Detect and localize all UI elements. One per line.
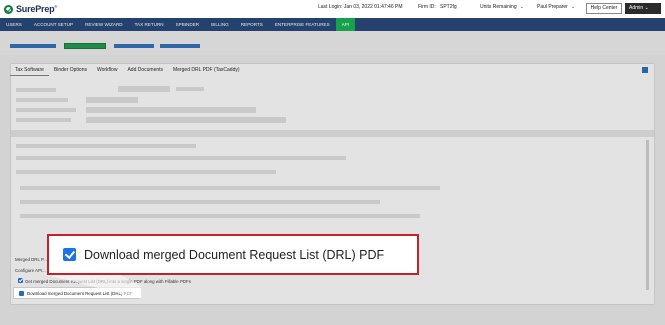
- sub-nav-bar: [0, 31, 665, 55]
- top-header: SurePrep ® Last Login: Jan 03, 2022 01:47…: [0, 0, 665, 18]
- blurred-text: [20, 214, 420, 218]
- blurred-field: [86, 97, 138, 103]
- blurred-field: [118, 86, 170, 92]
- chevron-down-icon: ⌄: [519, 4, 524, 10]
- blurred-field: [86, 117, 286, 123]
- scrollbar[interactable]: [646, 140, 649, 290]
- configure-text: Configure API...: [15, 268, 46, 273]
- units-remaining-label: Units Remaining: [480, 4, 517, 10]
- blurred-text: [176, 87, 204, 91]
- last-login-text: Last Login: Jan 03, 2022 01:47:46 PM: [318, 4, 403, 10]
- blurred-text: [16, 88, 56, 92]
- chevron-down-icon: ⌄: [644, 5, 649, 11]
- panel-action-icon[interactable]: [642, 67, 648, 73]
- units-remaining-dropdown[interactable]: Units Remaining ⌄: [480, 4, 524, 10]
- admin-label: Admin: [629, 5, 644, 11]
- brand-logo[interactable]: SurePrep ®: [4, 4, 57, 14]
- option1-label: Get merged Document Request List (DRL) i…: [25, 279, 191, 284]
- nav-tax-return[interactable]: TAX RETURN: [129, 18, 170, 31]
- user-dropdown[interactable]: Paul Preparer ⌄: [537, 4, 575, 10]
- callout-label: Download merged Document Request List (D…: [84, 247, 385, 262]
- tab-add-documents[interactable]: Add Documents: [122, 66, 168, 76]
- nav-enterprise-features[interactable]: ENTERPRISE FEATURES: [269, 18, 336, 31]
- nav-api[interactable]: API: [335, 18, 356, 31]
- option1-checkbox[interactable]: [18, 278, 23, 283]
- tab-binder-options[interactable]: Binder Options: [49, 66, 92, 76]
- admin-dropdown[interactable]: Admin ⌄: [625, 3, 661, 14]
- nav-account-setup[interactable]: ACCOUNT SETUP: [28, 18, 79, 31]
- firm-id-value: SPT2fg: [440, 4, 457, 10]
- firm-id-label: Firm ID:: [418, 4, 436, 10]
- download-drl-label: Download merged Document Request List (D…: [27, 290, 133, 296]
- blurred-text: [20, 200, 380, 204]
- settings-tabs: Tax Software Binder Options Workflow Add…: [10, 66, 245, 76]
- main-nav: USERS ACCOUNT SETUP REVIEW WIZARD TAX RE…: [0, 18, 665, 31]
- sub-nav-item-active[interactable]: [64, 43, 106, 49]
- download-drl-checkbox[interactable]: [19, 290, 24, 296]
- chevron-down-icon: ⌄: [570, 4, 576, 10]
- nav-review-wizard[interactable]: REVIEW WIZARD: [79, 18, 129, 31]
- blurred-section-header: [11, 130, 654, 137]
- tab-workflow[interactable]: Workflow: [92, 66, 122, 76]
- blurred-text: [16, 98, 68, 102]
- tab-merged-drl-pdf[interactable]: Merged DRL PDF (TaxCaddy): [168, 66, 245, 76]
- blurred-text: [16, 118, 71, 122]
- nav-spbinder[interactable]: SPBINDER: [170, 18, 206, 31]
- download-drl-option-row[interactable]: Download merged Document Request List (D…: [13, 287, 142, 299]
- section-title: Merged DRL P...: [15, 257, 47, 262]
- brand-name: SurePrep: [16, 4, 55, 14]
- blurred-text: [16, 144, 196, 148]
- sub-nav-item[interactable]: [160, 44, 200, 48]
- zoom-callout: Download merged Document Request List (D…: [47, 234, 419, 275]
- blurred-text: [20, 186, 440, 190]
- tab-tax-software[interactable]: Tax Software: [10, 66, 49, 76]
- logo-check-icon: [4, 4, 13, 14]
- blurred-field: [86, 107, 256, 113]
- sub-nav-item[interactable]: [114, 44, 154, 48]
- nav-reports[interactable]: REPORTS: [235, 18, 269, 31]
- help-center-button[interactable]: Help Center: [586, 3, 622, 14]
- blurred-text: [16, 156, 346, 160]
- user-name: Paul Preparer: [537, 4, 568, 10]
- nav-users[interactable]: USERS: [0, 18, 28, 31]
- sub-nav-item[interactable]: [10, 44, 56, 48]
- blurred-text: [16, 108, 76, 112]
- nav-billing[interactable]: BILLING: [205, 18, 235, 31]
- blurred-text: [16, 170, 276, 174]
- callout-checkbox[interactable]: [63, 248, 76, 261]
